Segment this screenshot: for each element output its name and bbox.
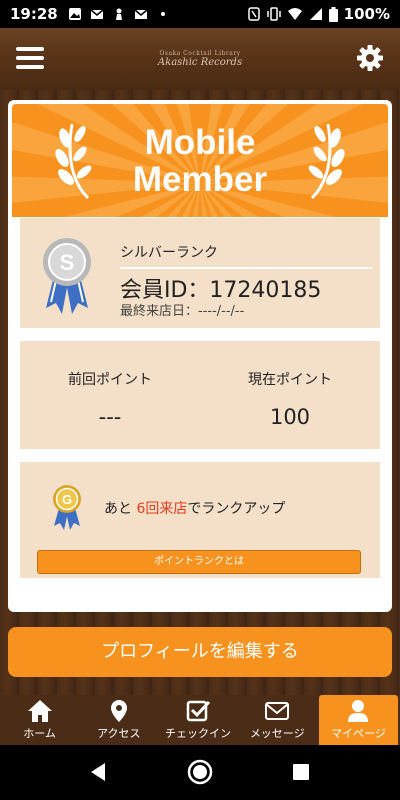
gmail-icon [134, 7, 148, 21]
current-points-label: 現在ポイント [248, 372, 332, 388]
menu-icon [16, 47, 44, 51]
divider [120, 267, 372, 269]
logo-subtitle: Osaka Cocktail Library [159, 50, 241, 57]
nfc-icon [247, 7, 260, 21]
notification-icons [68, 7, 170, 21]
laurel-right-icon [308, 123, 345, 200]
rankup-panel: G あと 6回来店でランクアップ ポイントランクとは [20, 462, 380, 578]
home-icon [27, 700, 52, 722]
recent-apps-button[interactable] [288, 759, 314, 785]
home-button[interactable] [187, 759, 213, 785]
app-header: Osaka Cocktail Library Akashic Records [0, 28, 400, 90]
image-icon [68, 7, 82, 21]
wifi-icon [287, 8, 302, 20]
tab-message[interactable]: メッセージ [238, 695, 317, 745]
member-card: Mobile Member S シルバーランク 会員ID：17240185 最終… [8, 100, 392, 612]
tab-access[interactable]: アクセス [79, 695, 158, 745]
rank-name: シルバーランク [120, 245, 218, 261]
previous-points-label: 前回ポイント [68, 372, 152, 388]
tab-mypage[interactable]: マイページ [318, 695, 399, 745]
battery-icon [328, 6, 338, 22]
current-points-value: 100 [269, 405, 311, 429]
bottom-tab-bar: ホーム アクセス チェックイン メッセージ マイページ [0, 695, 400, 745]
circle-home-icon [187, 759, 213, 785]
previous-points-value: --- [98, 405, 122, 429]
back-icon [91, 763, 105, 781]
system-nav-bar [0, 745, 400, 800]
edit-profile-button[interactable]: プロフィールを編集する [8, 627, 392, 677]
mobile-member-banner: Mobile Member [12, 104, 388, 217]
signal-icon [309, 8, 322, 20]
chess-icon [112, 7, 126, 21]
last-visit-date: 最終来店日：----/--/-- [120, 304, 245, 319]
rankup-message: あと 6回来店でランクアップ [104, 501, 286, 517]
menu-button[interactable] [16, 47, 44, 69]
gold-medal-letter: G [62, 492, 72, 507]
point-rank-info-button[interactable]: ポイントランクとは [37, 550, 361, 574]
user-icon [348, 700, 369, 722]
rank-panel: S シルバーランク 会員ID：17240185 最終来店日：----/--/-- [20, 218, 380, 328]
checkbox-icon [186, 700, 211, 722]
silver-medal-icon: S [43, 238, 91, 314]
status-time: 19:28 [10, 5, 58, 23]
gear-icon [357, 45, 383, 71]
visits-remaining: 6回来店 [136, 501, 188, 517]
settings-button[interactable] [356, 44, 384, 72]
mail-icon [265, 702, 290, 720]
dot-icon [156, 7, 170, 21]
back-button[interactable] [86, 759, 112, 785]
battery-level: 100% [343, 5, 390, 23]
square-icon [293, 764, 309, 780]
logo-title: Akashic Records [157, 57, 243, 68]
gold-medal-icon: G [53, 485, 81, 530]
current-points: 現在ポイント 100 [205, 369, 375, 429]
silver-medal-letter: S [60, 250, 75, 275]
tab-home[interactable]: ホーム [0, 695, 79, 745]
map-pin-icon [110, 700, 127, 722]
app-logo: Osaka Cocktail Library Akashic Records [158, 50, 242, 68]
status-right: 100% [247, 5, 390, 23]
previous-points: 前回ポイント --- [25, 369, 195, 429]
gmail-icon [90, 7, 104, 21]
vibrate-icon [266, 7, 281, 21]
points-panel: 前回ポイント --- 現在ポイント 100 [20, 341, 380, 449]
status-bar: 19:28 100% [0, 0, 400, 28]
tab-checkin[interactable]: チェックイン [158, 695, 237, 745]
